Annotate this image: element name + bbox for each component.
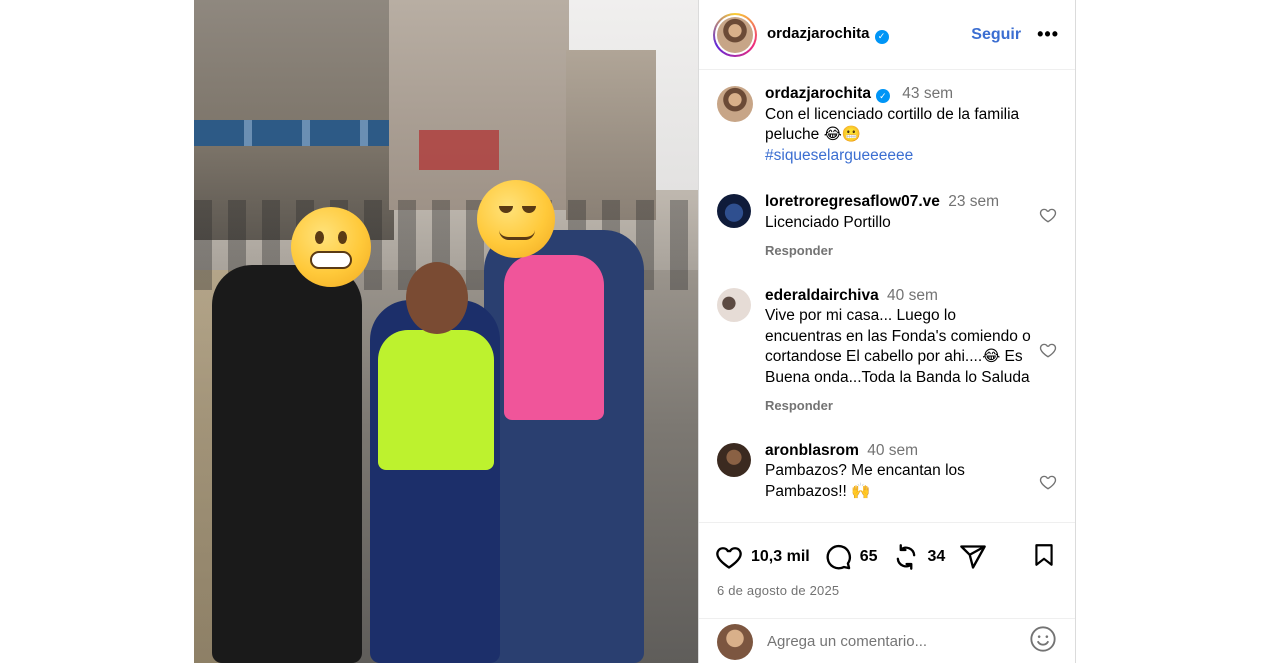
comment-time[interactable]: 40 sem <box>887 287 938 304</box>
comment-time[interactable]: 23 sem <box>948 193 999 210</box>
photo-pink-shirt <box>504 255 604 420</box>
photo-green-shirt <box>378 330 494 470</box>
reposts-count[interactable]: 34 <box>928 548 946 566</box>
comment-time[interactable]: 40 sem <box>867 442 918 459</box>
emoji-icon[interactable] <box>1029 625 1057 653</box>
comment-text: Pambazos? Me encantan los Pambazos!! 🙌 <box>765 462 965 500</box>
author-avatar[interactable] <box>713 12 757 57</box>
comment-button[interactable]: 65 <box>824 543 878 571</box>
author-username[interactable]: ordazjarochita ✓ <box>767 25 889 44</box>
caption-avatar[interactable] <box>717 86 753 122</box>
more-options-icon[interactable]: ••• <box>1037 24 1059 45</box>
like-button[interactable]: 10,3 mil <box>715 543 810 571</box>
caption-username[interactable]: ordazjarochita <box>765 85 871 102</box>
post-side-panel: ordazjarochita ✓ Seguir ••• ordazjarochit… <box>698 0 1076 663</box>
comment-avatar[interactable] <box>717 287 751 322</box>
post-photo[interactable] <box>194 0 698 663</box>
photo-face-center <box>406 262 468 334</box>
comment-text: Vive por mi casa... Luego lo encuentras … <box>765 307 1031 386</box>
bookmark-icon[interactable] <box>1031 541 1057 569</box>
caption-time[interactable]: 43 sem <box>902 85 953 102</box>
comment-text: Licenciado Portillo <box>765 213 891 231</box>
repost-button[interactable]: 34 <box>892 543 946 571</box>
caption: ordazjarochita ✓ 43 sem Con el licenciado… <box>717 84 1057 166</box>
smirk-emoji-icon <box>477 180 555 258</box>
reply-button[interactable]: Responder <box>765 396 1035 417</box>
add-comment-bar <box>699 618 1075 663</box>
caption-text: Con el licenciado cortillo de la familia… <box>765 105 1020 144</box>
share-button[interactable] <box>959 543 995 571</box>
comment-icon[interactable] <box>824 543 852 571</box>
comment-avatar[interactable] <box>717 442 751 477</box>
post-header: ordazjarochita ✓ Seguir ••• <box>699 0 1075 70</box>
photo-building-middle <box>389 0 569 210</box>
heart-icon[interactable] <box>1039 206 1057 224</box>
comment-item: loretroregresaflow07.ve 23 sem Licenciad… <box>717 192 1057 262</box>
heart-icon[interactable] <box>1039 341 1057 359</box>
comment-item: aronblasrom 40 sem Pambazos? Me encantan… <box>717 441 1057 503</box>
comment-username[interactable]: ederaldairchiva <box>765 287 879 304</box>
emoji-button[interactable] <box>1029 625 1057 658</box>
photo-person-left <box>212 265 362 663</box>
share-icon[interactable] <box>959 543 987 571</box>
comments-list[interactable]: ordazjarochita ✓ 43 sem Con el licenciado… <box>699 70 1075 522</box>
comment-input[interactable] <box>767 633 1007 650</box>
verified-badge-icon: ✓ <box>874 29 889 44</box>
comment-username[interactable]: aronblasrom <box>765 442 859 459</box>
comment-item: ederaldairchiva 40 sem Vive por mi casa.… <box>717 286 1057 417</box>
reply-button[interactable]: Responder <box>765 241 1035 262</box>
photo-building-right <box>566 50 656 220</box>
follow-button[interactable]: Seguir <box>971 26 1021 44</box>
heart-icon[interactable] <box>1039 473 1057 491</box>
repost-icon[interactable] <box>892 543 920 571</box>
comment-username[interactable]: loretroregresaflow07.ve <box>765 193 940 210</box>
post-date[interactable]: 6 de agosto de 2025 <box>699 583 1075 598</box>
likes-count[interactable]: 10,3 mil <box>751 548 810 566</box>
verified-badge-icon: ✓ <box>875 89 890 104</box>
caption-hashtag[interactable]: #siqueselargueeeeee <box>765 146 1055 167</box>
grimacing-emoji-icon <box>291 207 371 287</box>
post-actions: 10,3 mil 65 34 6 de agosto de 2025 <box>699 522 1075 663</box>
save-button[interactable] <box>1031 541 1057 574</box>
comment-avatar[interactable] <box>717 194 751 228</box>
current-user-avatar <box>717 623 753 660</box>
heart-icon[interactable] <box>715 543 743 571</box>
comments-count[interactable]: 65 <box>860 548 878 566</box>
